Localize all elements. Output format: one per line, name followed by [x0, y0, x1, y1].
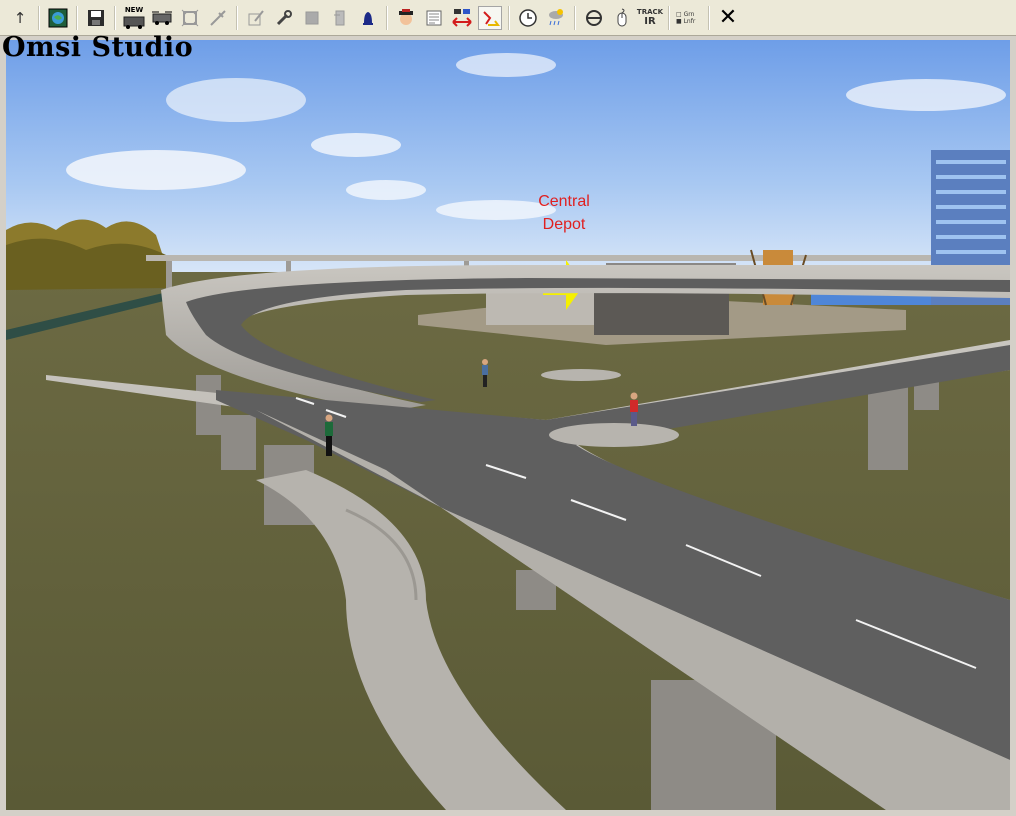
- toolbar-separator: [668, 5, 670, 30]
- scene-render: [6, 40, 1010, 810]
- route-icon[interactable]: [478, 5, 502, 30]
- map-icon[interactable]: [46, 6, 70, 30]
- toolbar-separator: [508, 5, 510, 30]
- check-b-label: Lnfr: [683, 17, 696, 25]
- toolbar: ↑ NEW TRACK IR □ Grn ■ Lnfr ✕: [0, 0, 1016, 36]
- frame-icon[interactable]: [178, 6, 202, 30]
- toolbar-separator: [708, 5, 710, 30]
- toolbar-separator: [386, 5, 388, 30]
- up-arrow-icon[interactable]: ↑: [8, 6, 32, 30]
- swap-vehicles-icon[interactable]: [450, 6, 474, 30]
- check-a[interactable]: □ Grn: [676, 11, 694, 18]
- check-b[interactable]: ■ Lnfr: [676, 18, 695, 25]
- document-icon[interactable]: [328, 6, 352, 30]
- options-checkboxes[interactable]: □ Grn ■ Lnfr: [676, 6, 702, 30]
- pointer-icon[interactable]: [206, 6, 230, 30]
- toolbar-separator: [574, 5, 576, 30]
- trackir-button[interactable]: TRACK IR: [636, 6, 664, 30]
- list-icon[interactable]: [422, 6, 446, 30]
- toolbar-separator: [236, 5, 238, 30]
- swap-bus-icon[interactable]: [150, 6, 174, 30]
- clock-icon[interactable]: [516, 6, 540, 30]
- wrench-icon[interactable]: [272, 6, 296, 30]
- app-title: Omsi Studio: [2, 32, 194, 63]
- weather-icon[interactable]: [544, 6, 568, 30]
- new-label: NEW: [124, 5, 144, 14]
- ir-label: IR: [644, 16, 656, 27]
- depot-label: Central Depot: [538, 193, 590, 233]
- new-bus-icon[interactable]: NEW: [122, 6, 146, 30]
- mouse-icon[interactable]: [610, 6, 634, 30]
- steering-wheel-icon[interactable]: [582, 6, 606, 30]
- toolbar-separator: [38, 5, 40, 30]
- close-icon[interactable]: ✕: [716, 5, 740, 30]
- edit-object-icon[interactable]: [244, 6, 268, 30]
- driver-icon[interactable]: [394, 6, 418, 30]
- save-icon[interactable]: [84, 6, 108, 30]
- track-label: TRACK: [636, 8, 664, 16]
- toolbar-separator: [76, 5, 78, 30]
- 3d-viewport[interactable]: Central Depot: [6, 40, 1010, 810]
- toolbar-separator: [114, 5, 116, 30]
- chip-icon[interactable]: [300, 6, 324, 30]
- bell-icon[interactable]: [356, 6, 380, 30]
- check-a-label: Grn: [683, 10, 695, 18]
